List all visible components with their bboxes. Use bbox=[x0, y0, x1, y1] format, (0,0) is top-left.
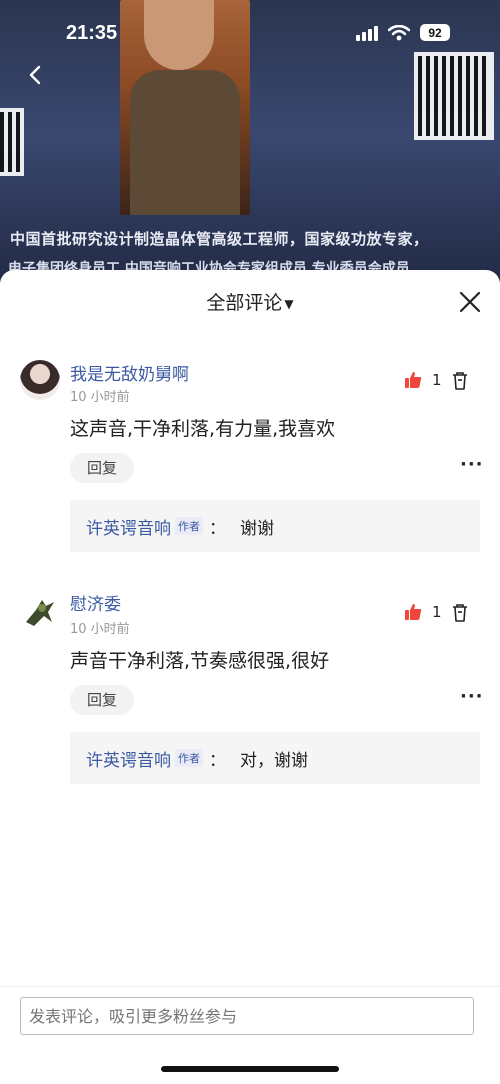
avatar[interactable] bbox=[20, 360, 60, 400]
author-reply[interactable]: 许英谔音响 作者 ： 对，谢谢 bbox=[70, 732, 480, 784]
thumbs-up-icon bbox=[405, 604, 422, 620]
more-dots-icon[interactable]: ··· bbox=[460, 454, 484, 475]
author-reply-text: 对，谢谢 bbox=[240, 750, 308, 771]
like-button[interactable]: 1 bbox=[404, 371, 442, 389]
signal-icon bbox=[356, 25, 378, 41]
author-badge: 作者 bbox=[175, 749, 203, 767]
author-reply-name[interactable]: 许英谔音响 bbox=[86, 746, 171, 771]
comments-sheet: 全部评论 ▼ 我是无敌奶舅啊 10 小时前 这声音,干净利落,有力量,我喜欢 1 … bbox=[0, 270, 500, 1083]
wifi-icon bbox=[388, 24, 410, 40]
caret-down-icon: ▼ bbox=[284, 296, 294, 311]
comment-content: 这声音,干净利落,有力量,我喜欢 bbox=[70, 418, 336, 440]
qr-code-image bbox=[0, 108, 24, 176]
more-dots-icon[interactable]: ··· bbox=[460, 686, 484, 707]
comment-time: 10 小时前 bbox=[70, 622, 130, 637]
thumbs-up-icon bbox=[405, 372, 422, 388]
author-reply-colon: ： bbox=[209, 518, 226, 539]
status-time: 21:35 bbox=[66, 22, 118, 44]
video-background[interactable]: 中国首批研究设计制造晶体管高级工程师，国家级功放专家， 电子集团终身员工 中国音… bbox=[0, 0, 500, 300]
comment-time: 10 小时前 bbox=[70, 390, 130, 405]
author-reply-colon: ： bbox=[209, 750, 226, 771]
author-badge: 作者 bbox=[175, 517, 203, 535]
close-icon[interactable] bbox=[458, 290, 484, 316]
video-caption: 中国首批研究设计制造晶体管高级工程师，国家级功放专家， bbox=[10, 230, 429, 248]
author-reply[interactable]: 许英谔音响 作者 ： 谢谢 bbox=[70, 500, 480, 552]
sheet-title-label: 全部评论 bbox=[206, 292, 283, 314]
home-indicator[interactable] bbox=[161, 1066, 339, 1072]
author-reply-name[interactable]: 许英谔音响 bbox=[86, 514, 171, 539]
sheet-title[interactable]: 全部评论 ▼ bbox=[0, 288, 500, 315]
battery-icon: 92 bbox=[420, 24, 450, 41]
like-count: 1 bbox=[432, 371, 442, 389]
comment-username[interactable]: 我是无敌奶舅啊 bbox=[70, 360, 189, 385]
qr-code-image bbox=[414, 52, 494, 140]
comment-input[interactable] bbox=[20, 997, 474, 1035]
like-count: 1 bbox=[432, 603, 442, 621]
reply-button[interactable]: 回复 bbox=[70, 453, 134, 483]
like-button[interactable]: 1 bbox=[404, 603, 442, 621]
comment-content: 声音干净利落,节奏感很强,很好 bbox=[70, 650, 330, 672]
author-reply-text: 谢谢 bbox=[240, 518, 274, 539]
status-indicators: 92 bbox=[356, 24, 450, 41]
comment-username[interactable]: 慰济委 bbox=[70, 590, 121, 615]
trash-icon[interactable] bbox=[452, 372, 468, 394]
avatar[interactable] bbox=[20, 592, 60, 632]
back-arrow-icon[interactable] bbox=[28, 64, 42, 91]
video-person bbox=[120, 0, 250, 215]
trash-icon[interactable] bbox=[452, 604, 468, 626]
reply-button[interactable]: 回复 bbox=[70, 685, 134, 715]
